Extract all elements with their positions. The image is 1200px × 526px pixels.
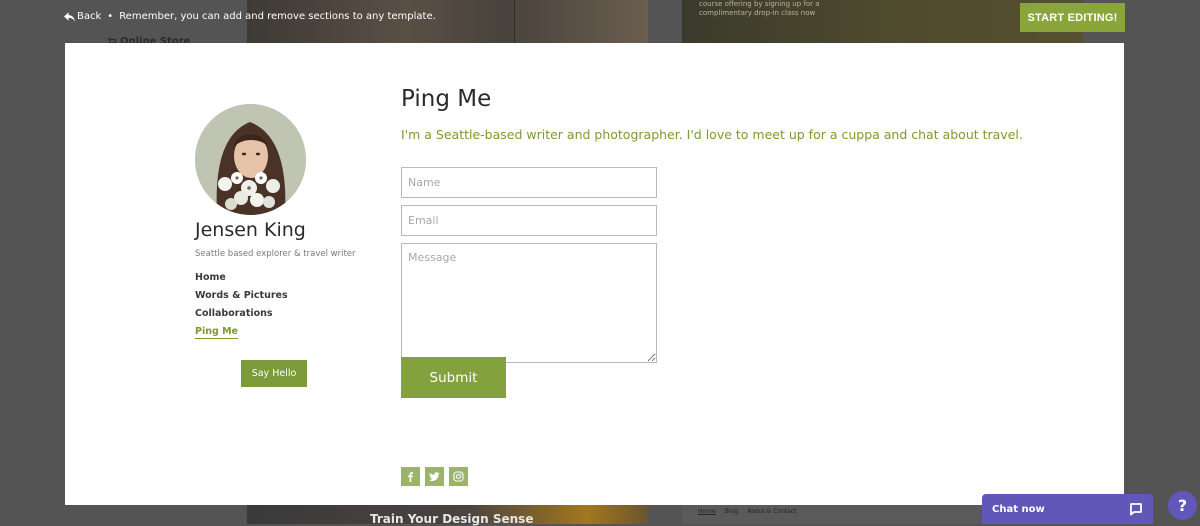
say-hello-button[interactable]: Say Hello (241, 360, 307, 387)
back-button[interactable]: Back (64, 11, 101, 22)
twitter-link[interactable] (425, 467, 444, 486)
nav-item-home[interactable]: Home (195, 271, 288, 289)
template-preview-panel: Jensen King Seattle based explorer & tra… (65, 43, 1124, 505)
contact-intro: I'm a Seattle-based writer and photograp… (401, 127, 1023, 142)
name-field[interactable] (401, 167, 657, 198)
instagram-link[interactable] (449, 467, 468, 486)
chat-bubble-icon (1129, 502, 1143, 516)
background-right-nav: Home Blog About & Contact (698, 508, 797, 515)
email-field[interactable] (401, 205, 657, 236)
chat-widget[interactable]: Chat now (982, 494, 1153, 524)
profile-name: Jensen King (195, 219, 306, 241)
message-field[interactable] (401, 243, 657, 363)
profile-photo (195, 104, 306, 215)
background-template-image-left (247, 0, 648, 44)
chat-label: Chat now (992, 503, 1045, 515)
nav-item-words-pictures[interactable]: Words & Pictures (195, 289, 288, 307)
nav-item-label: Collaborations (195, 308, 273, 319)
facebook-link[interactable] (401, 467, 420, 486)
start-editing-button[interactable]: START EDITING! (1020, 3, 1125, 32)
profile-tagline: Seattle based explorer & travel writer (195, 249, 356, 259)
nav-item-label: Home (195, 272, 226, 283)
background-right-tile-text: course offering by signing up for a comp… (699, 0, 820, 17)
page-title: Ping Me (401, 86, 492, 112)
social-links (401, 467, 468, 486)
nav-item-collaborations[interactable]: Collaborations (195, 307, 288, 325)
back-label: Back (77, 11, 102, 22)
help-button[interactable]: ? (1168, 491, 1197, 520)
nav-item-ping-me[interactable]: Ping Me (195, 325, 288, 343)
nav-item-label: Ping Me (195, 326, 238, 339)
site-nav: Home Words & Pictures Collaborations Pin… (195, 271, 288, 343)
background-nav-item: Home (698, 508, 716, 515)
background-nav-item: Blog (724, 508, 738, 515)
submit-button[interactable]: Submit (401, 357, 506, 398)
separator-dot: • (107, 11, 114, 22)
template-notice: Remember, you can add and remove section… (119, 11, 436, 22)
background-nav-item: About & Contact (746, 508, 797, 515)
avatar (195, 104, 306, 215)
top-bar: Back • Remember, you can add and remove … (64, 11, 436, 22)
twitter-icon (429, 472, 440, 481)
nav-item-label: Words & Pictures (195, 290, 288, 301)
reply-arrow-icon (64, 11, 75, 22)
instagram-icon (453, 471, 464, 482)
facebook-icon (408, 472, 413, 482)
